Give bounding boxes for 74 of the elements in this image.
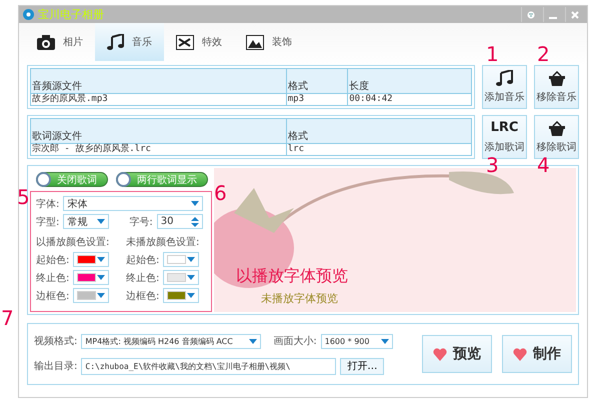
field-label: 起始色: xyxy=(36,254,70,266)
field-label: 起始色: xyxy=(126,254,160,266)
field-label: 视频格式: xyxy=(34,334,78,348)
section-label: 未播放颜色设置: xyxy=(126,236,200,249)
field-label: 字体: xyxy=(36,198,60,210)
table-cell: 00:04:42 xyxy=(348,94,472,106)
column-header: 音频源文件 xyxy=(30,68,286,94)
annotation-number: 6 xyxy=(214,183,227,203)
table-cell: 宗次郎 - 故乡的原风景.lrc xyxy=(30,144,286,156)
caret-icon xyxy=(380,338,389,344)
color-picker[interactable] xyxy=(163,270,200,285)
camera-icon xyxy=(37,34,55,50)
toolbar-button[interactable]: 移除音乐 xyxy=(534,65,579,109)
field-label: 边框色: xyxy=(126,290,160,302)
caret-icon xyxy=(249,338,258,344)
section-label: 以播放颜色设置: xyxy=(36,236,110,249)
column-header: 格式 xyxy=(286,68,348,94)
unplayed-preview-text: 未播放字体预览 xyxy=(261,291,339,306)
field-label: 字型: xyxy=(36,216,60,228)
format-dropdown[interactable]: MP4格式: 视频编码 H246 音频编码 ACC xyxy=(81,334,262,348)
basket-icon xyxy=(548,71,564,86)
field-label: 边框色: xyxy=(36,290,70,302)
action-button[interactable]: 预览 xyxy=(422,335,492,373)
annotation-number: 5 xyxy=(17,187,30,207)
open-button[interactable]: 打开… xyxy=(340,358,384,374)
color-picker[interactable] xyxy=(163,252,200,267)
menu-icon[interactable] xyxy=(526,10,534,18)
table-cell: 故乡的原风景.mp3 xyxy=(30,94,286,106)
tab[interactable]: 音乐 xyxy=(95,23,164,61)
caret-icon xyxy=(97,275,106,280)
column-header: 歌词源文件 xyxy=(30,118,286,144)
heart-icon xyxy=(433,348,447,360)
caret-icon xyxy=(97,293,106,298)
field-label: 输出目录: xyxy=(34,360,78,373)
size-spinner[interactable]: 30 xyxy=(156,214,203,229)
basket-icon xyxy=(548,121,564,136)
color-picker[interactable] xyxy=(73,270,110,285)
picture-icon xyxy=(246,34,264,50)
field-label: 终止色: xyxy=(36,272,70,284)
played-preview-text: 以播放字体预览 xyxy=(236,266,349,287)
caret-icon xyxy=(97,219,106,224)
color-picker[interactable] xyxy=(163,288,200,303)
caret-icon xyxy=(191,201,200,206)
table-cell: mp3 xyxy=(286,94,348,106)
field-label: 画面大小: xyxy=(273,334,317,348)
color-picker[interactable] xyxy=(73,288,110,303)
table-cell: lrc xyxy=(286,144,472,156)
annotation-number: 7 xyxy=(1,308,14,328)
toolbar-button[interactable]: 添加音乐 xyxy=(482,65,527,109)
caret-icon xyxy=(97,257,106,262)
window-title: 宝川电子相册 xyxy=(38,7,105,22)
caret-icon xyxy=(187,257,196,262)
tab[interactable]: 相片 xyxy=(25,23,95,61)
field-label: 字号: xyxy=(129,216,153,228)
caret-icon xyxy=(187,275,196,280)
annotation-number: 1 xyxy=(486,44,499,64)
heart-icon xyxy=(513,348,527,360)
output-path-field[interactable]: C:\zhuboa_E\软件收藏\我的文档\宝川电子相册\视频\ xyxy=(81,358,336,374)
action-button[interactable]: 制作 xyxy=(502,335,572,373)
color-picker[interactable] xyxy=(73,252,110,267)
music-note-icon xyxy=(107,34,124,50)
field-label: 终止色: xyxy=(126,272,160,284)
style-dropdown[interactable]: 常规 xyxy=(63,214,110,229)
annotation-number: 2 xyxy=(537,44,550,64)
lrc-icon: LRC xyxy=(490,120,518,136)
size-dropdown[interactable]: 1600 * 900 xyxy=(320,334,393,348)
font-dropdown[interactable]: 宋体 xyxy=(63,196,204,211)
column-header: 长度 xyxy=(348,68,472,94)
caret-icon xyxy=(187,293,196,298)
column-header: 格式 xyxy=(286,118,472,144)
tab[interactable]: 装饰 xyxy=(234,23,304,61)
spinner-arrows-icon xyxy=(190,216,199,226)
tab[interactable]: 特效 xyxy=(164,23,234,61)
music-note-icon xyxy=(496,70,513,86)
